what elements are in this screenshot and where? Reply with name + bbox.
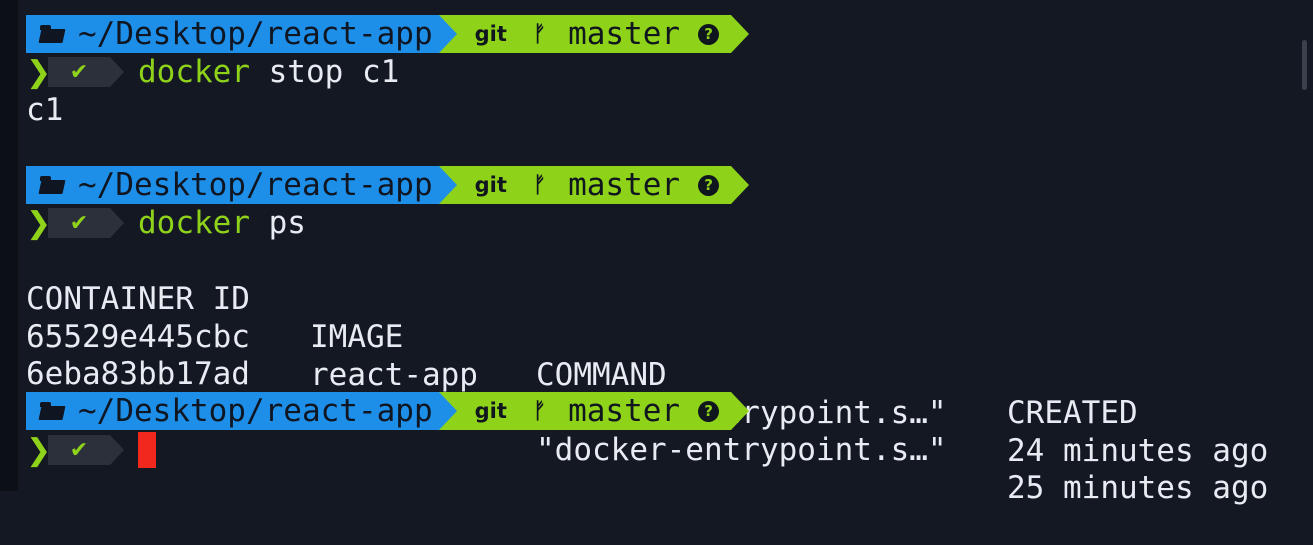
text-cursor[interactable] [138, 432, 156, 468]
folder-icon [40, 176, 66, 194]
check-icon: ✔ [69, 210, 89, 236]
branch-name: master [568, 393, 681, 429]
folder-icon [40, 402, 66, 420]
table-row: 6eba83bb17ad react-app "docker-entrypoin… [26, 317, 1296, 506]
exit-status-segment: ✔ [48, 208, 124, 238]
chevron-icon: ❯ [26, 54, 52, 90]
path-segment: ~/Desktop/react-app [26, 392, 457, 430]
exit-status-segment: ✔ [48, 57, 124, 87]
path-segment: ~/Desktop/react-app [26, 15, 457, 53]
container-image: react-app [310, 357, 478, 393]
help-icon: ? [698, 174, 720, 196]
table-row: 65529e445cbc react-app "docker-entrypoin… [26, 280, 1296, 469]
prompt-line: ~/Desktop/react-app git ᚠ master ? [26, 15, 750, 53]
help-icon: ? [698, 400, 720, 422]
command-name: docker [138, 205, 250, 241]
git-segment: git ᚠ master ? [438, 15, 750, 53]
container-command: "docker-entrypoint.s…" [536, 432, 947, 468]
command-text: docker stop c1 [138, 54, 399, 90]
command-name: docker [138, 54, 250, 90]
command-args: stop c1 [249, 54, 400, 90]
prompt-path: ~/Desktop/react-app [78, 16, 433, 52]
terminal-window[interactable]: ~/Desktop/react-app git ᚠ master ? ❯ ✔ d… [0, 0, 1313, 506]
column-header: COMMAND [536, 357, 667, 393]
prompt-path: ~/Desktop/react-app [78, 393, 433, 429]
container-created: 25 minutes ago [1007, 470, 1269, 506]
terminal-gutter [0, 0, 18, 491]
column-header: CREATED [1007, 395, 1138, 431]
check-icon: ✔ [69, 59, 89, 85]
folder-icon [40, 25, 66, 43]
branch-name: master [568, 16, 681, 52]
table-header: CONTAINER ID IMAGE COMMAND CREATED [26, 242, 1296, 431]
path-segment: ~/Desktop/react-app [26, 166, 457, 204]
git-segment: git ᚠ master ? [438, 166, 750, 204]
container-created: 24 minutes ago [1007, 433, 1269, 469]
git-label: git [474, 399, 507, 423]
command-text: docker ps [138, 205, 306, 241]
branch-icon: ᚠ [532, 21, 547, 47]
command-output: c1 [26, 92, 64, 128]
help-icon: ? [698, 23, 720, 45]
branch-icon: ᚠ [532, 172, 547, 198]
check-icon: ✔ [69, 437, 89, 463]
git-segment: git ᚠ master ? [438, 392, 750, 430]
exit-status-segment: ✔ [48, 435, 124, 465]
git-label: git [474, 22, 507, 46]
git-label: git [474, 173, 507, 197]
command-line: ❯ ✔ docker stop c1 [26, 53, 399, 91]
command-args: ps [249, 205, 306, 241]
prompt-line: ~/Desktop/react-app git ᚠ master ? [26, 166, 750, 204]
container-id: 6eba83bb17ad [26, 356, 250, 392]
command-line[interactable]: ❯ ✔ [26, 431, 156, 469]
branch-name: master [568, 167, 681, 203]
scrollbar[interactable] [1302, 40, 1307, 90]
branch-icon: ᚠ [532, 398, 547, 424]
chevron-icon: ❯ [26, 432, 52, 468]
chevron-icon: ❯ [26, 205, 52, 241]
prompt-line: ~/Desktop/react-app git ᚠ master ? [26, 392, 750, 430]
prompt-path: ~/Desktop/react-app [78, 167, 433, 203]
command-line: ❯ ✔ docker ps [26, 204, 306, 242]
